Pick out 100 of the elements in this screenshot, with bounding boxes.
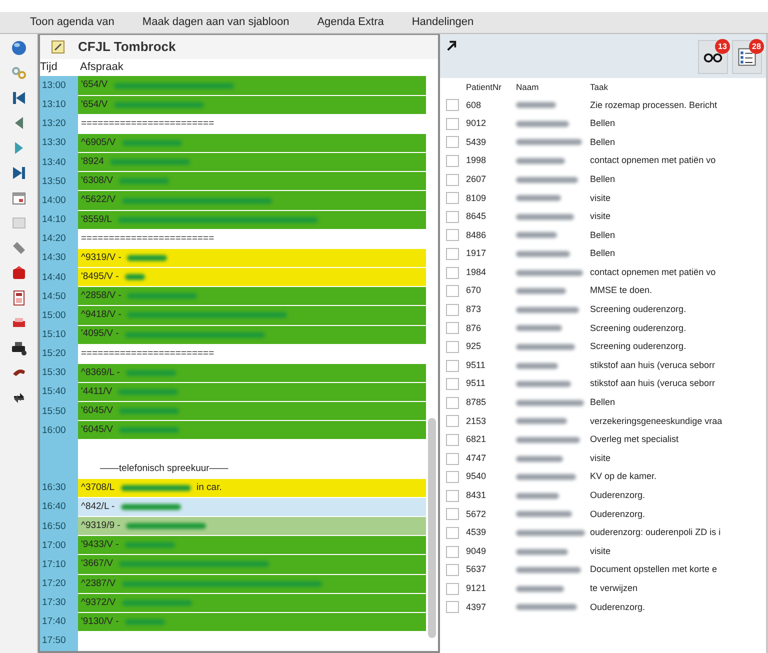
time-cell: 17:40: [40, 612, 78, 632]
appointment-slot[interactable]: '8924: [78, 153, 426, 172]
printer-icon[interactable]: [10, 340, 26, 356]
calculator-icon[interactable]: [10, 290, 26, 306]
notepad-icon[interactable]: [50, 38, 66, 55]
checkbox[interactable]: [446, 174, 459, 186]
glasses-button[interactable]: 13: [698, 40, 728, 74]
checkbox[interactable]: [446, 285, 459, 298]
column-header: PatientNr: [466, 80, 502, 94]
checkbox[interactable]: [446, 210, 459, 223]
table-cell-text: 5672: [466, 508, 488, 521]
appointment-slot[interactable]: ^9319/9 -: [78, 517, 426, 536]
appointment-slot[interactable]: ^3708/L in car.: [78, 478, 426, 498]
appointment-code: '8559/L: [81, 212, 112, 227]
appointment-slot[interactable]: ^6905/V: [78, 134, 426, 154]
checkbox[interactable]: [446, 341, 459, 354]
appointment-slot[interactable]: ^2387/V: [78, 574, 426, 594]
tag-icon[interactable]: [10, 240, 26, 256]
table-cell-text: Bellen: [590, 247, 616, 260]
appointment-slot[interactable]: ^8369/L -: [78, 364, 426, 383]
first-page-icon[interactable]: [10, 90, 26, 106]
table-cell-text: Bellen: [590, 117, 616, 130]
time-cell: 15:10: [40, 326, 78, 345]
checkbox[interactable]: [446, 396, 459, 409]
menu-item[interactable]: Handelingen: [412, 14, 474, 31]
table-cell-text: 6821: [466, 433, 488, 446]
table-cell-text: 876: [466, 322, 482, 335]
time-cell: 14:00: [40, 191, 78, 211]
last-page-icon[interactable]: [10, 165, 26, 181]
globe-icon[interactable]: [10, 40, 26, 56]
checkbox[interactable]: [446, 434, 459, 446]
scrollbar-thumb[interactable]: [428, 418, 436, 638]
checkbox[interactable]: [446, 601, 459, 614]
checkbox[interactable]: [446, 248, 459, 260]
table-cell-text: 9049: [466, 544, 488, 558]
table-cell-text: 8486: [466, 228, 488, 242]
time-cell: 13:30: [40, 134, 78, 154]
appointment-slot[interactable]: '8495/V -: [78, 268, 426, 288]
checkbox[interactable]: [446, 304, 459, 316]
table-cell-text: visite: [590, 452, 611, 465]
checkbox[interactable]: [446, 471, 459, 484]
checkbox[interactable]: [446, 546, 459, 558]
appointment-slot[interactable]: ^9319/V -: [78, 248, 426, 268]
appointment-slot[interactable]: '6045/V: [78, 402, 426, 422]
checklist-button[interactable]: 28: [732, 40, 762, 74]
appointment-slot[interactable]: '8559/L: [78, 210, 426, 230]
checkbox[interactable]: [446, 99, 459, 112]
table-cell-text: Bellen: [590, 228, 616, 242]
table-cell-text: contact opnemen met patiën vo: [590, 266, 716, 279]
appointment-code: '6045/V: [81, 404, 113, 418]
menu-item[interactable]: Maak dagen aan van sjabloon: [142, 14, 290, 31]
checkbox[interactable]: [446, 360, 459, 372]
table-cell-text: 1998: [466, 154, 488, 168]
checkbox[interactable]: [446, 266, 459, 279]
appointment-code: ^5622/V: [81, 193, 116, 208]
menu-item[interactable]: Toon agenda van: [30, 14, 114, 31]
appointment-slot[interactable]: ^9372/V: [78, 594, 426, 613]
checkbox[interactable]: [446, 582, 459, 595]
time-cell: 15:00: [40, 306, 78, 326]
table-cell-text: Ouderenzorg.: [590, 489, 646, 502]
checkbox[interactable]: [446, 155, 459, 168]
appointment-slot[interactable]: '654/V: [78, 76, 426, 96]
appointment-code: ^9319/9 -: [81, 519, 120, 534]
appointment-slot[interactable]: ^5622/V: [78, 191, 426, 211]
appointment-slot[interactable]: '6045/V: [78, 421, 426, 440]
appointment-slot[interactable]: '6308/V: [78, 172, 426, 192]
time-cell: 17:00: [40, 536, 78, 556]
folder-icon[interactable]: [10, 265, 26, 281]
calendar-icon[interactable]: [10, 190, 26, 206]
checkbox[interactable]: [446, 192, 459, 204]
checkbox[interactable]: [446, 136, 459, 148]
checkbox[interactable]: [446, 118, 459, 130]
arrow-icon[interactable]: [446, 40, 457, 51]
checkbox[interactable]: [446, 490, 459, 502]
checkbox[interactable]: [446, 415, 459, 428]
checkbox[interactable]: [446, 564, 459, 576]
checkbox[interactable]: [446, 229, 459, 242]
appointment-slot[interactable]: '4411/V: [78, 382, 426, 402]
chain-icon[interactable]: [10, 65, 26, 81]
appointment-slot[interactable]: '9130/V -: [78, 612, 426, 632]
appointment-code: ^6905/V: [81, 136, 116, 150]
menu-item[interactable]: Agenda Extra: [317, 14, 384, 31]
appointment-slot[interactable]: '9433/V -: [78, 536, 426, 556]
appointment-slot[interactable]: '654/V: [78, 96, 426, 115]
appointment-slot[interactable]: ^842/L -: [78, 498, 426, 518]
checkbox[interactable]: [446, 322, 459, 334]
table-cell-text: 8785: [466, 396, 488, 410]
checkbox[interactable]: [446, 378, 459, 390]
checkbox[interactable]: [446, 452, 459, 465]
checkbox[interactable]: [446, 526, 459, 539]
appointment-slot[interactable]: ^2858/V -: [78, 287, 426, 306]
appointment-slot[interactable]: '4095/V -: [78, 326, 426, 345]
appointment-slot[interactable]: ^9418/V -: [78, 306, 426, 326]
time-cell: 13:50: [40, 172, 78, 192]
checkbox[interactable]: [446, 508, 459, 520]
table-cell-text: 8431: [466, 489, 488, 502]
appointment-slot[interactable]: '3667/V: [78, 555, 426, 575]
appointment-code: ^2387/V: [81, 576, 116, 590]
panel-icon[interactable]: [10, 215, 26, 231]
table-cell-text: Overleg met specialist: [590, 433, 679, 446]
